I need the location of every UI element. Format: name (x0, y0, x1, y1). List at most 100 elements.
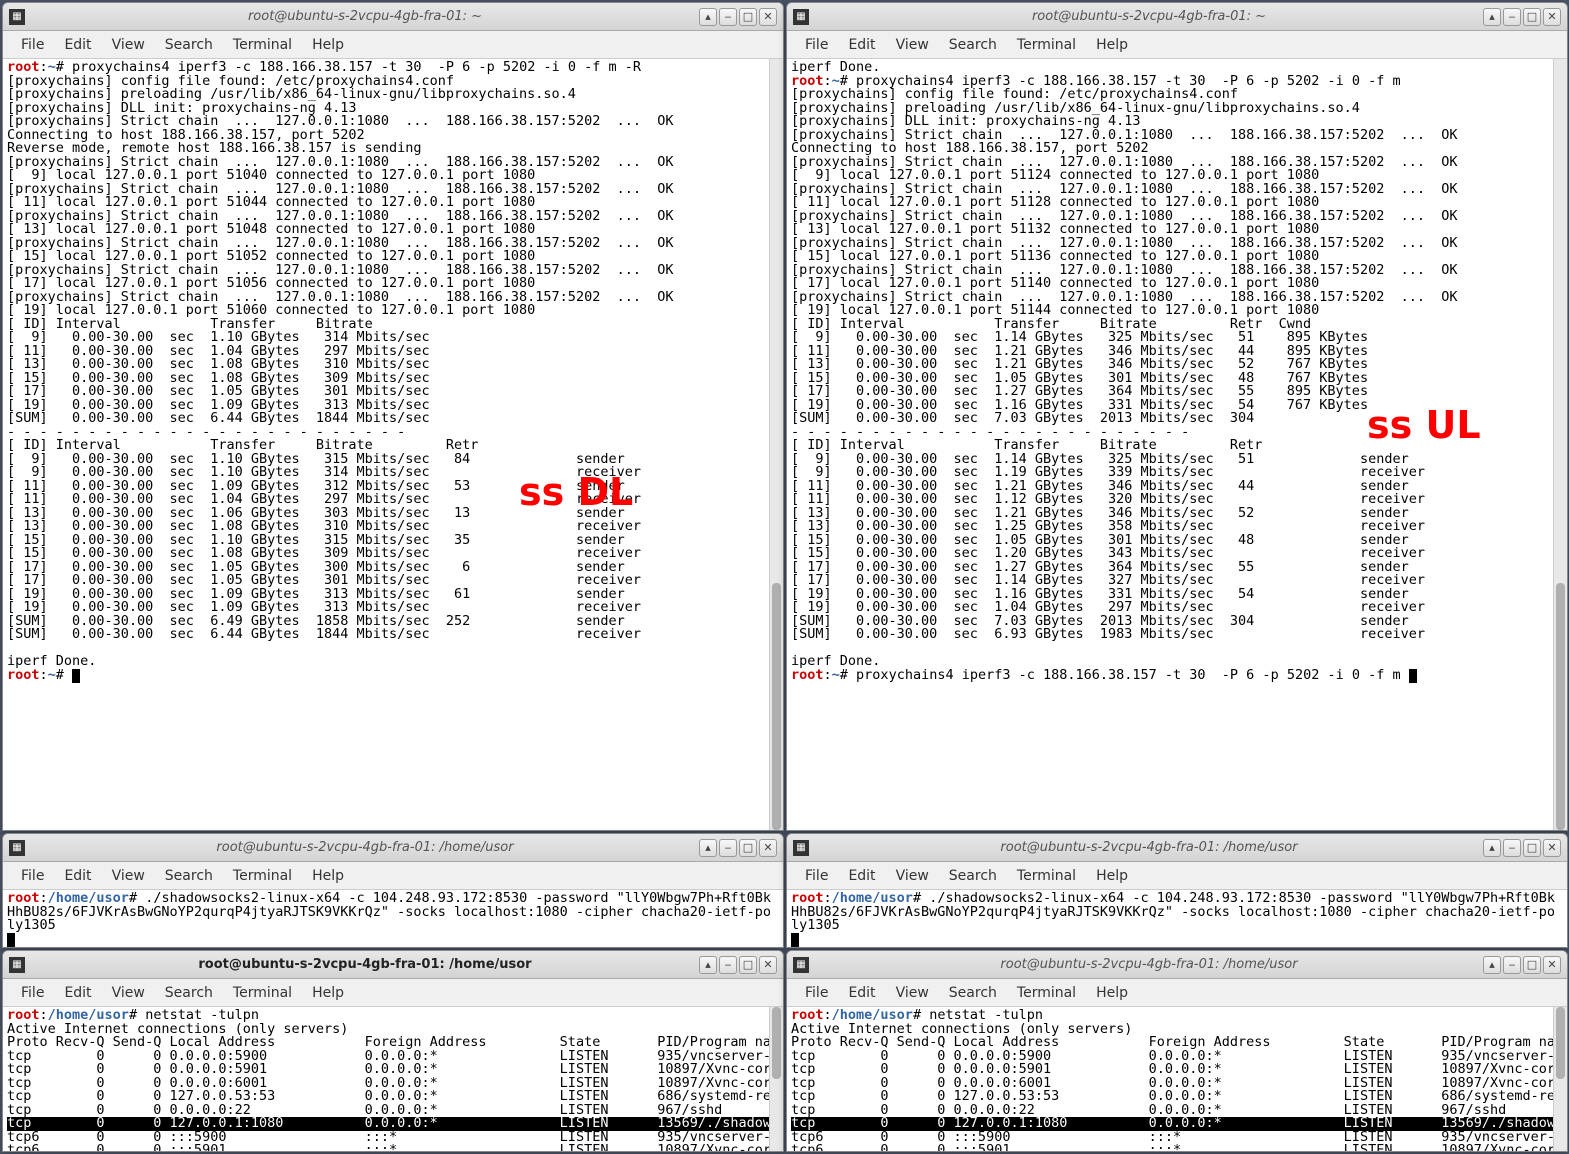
window-title: root@ubuntu-s-2vcpu-4gb-fra-01: /home/us… (815, 957, 1483, 972)
minimize-button[interactable]: ‒ (719, 839, 737, 857)
menubar: File Edit View Search Terminal Help (3, 31, 783, 59)
terminal-window-top-right: ▦ root@ubuntu-s-2vcpu-4gb-fra-01: ~ ▴ ‒ … (786, 2, 1568, 831)
scrollbar-thumb[interactable] (772, 1007, 781, 1079)
menu-help[interactable]: Help (302, 864, 354, 888)
window-controls: ▴ ‒ □ ✕ (699, 839, 777, 857)
maximize-button[interactable]: □ (739, 839, 757, 857)
titlebar[interactable]: ▦ root@ubuntu-s-2vcpu-4gb-fra-01: /home/… (3, 951, 783, 979)
menu-edit[interactable]: Edit (54, 864, 101, 888)
shade-button[interactable]: ▴ (699, 8, 717, 26)
menu-search[interactable]: Search (939, 864, 1007, 888)
menu-view[interactable]: View (102, 981, 155, 1005)
menu-terminal[interactable]: Terminal (223, 981, 302, 1005)
scrollbar[interactable] (769, 59, 783, 830)
shade-button[interactable]: ▴ (699, 839, 717, 857)
minimize-button[interactable]: ‒ (1503, 8, 1521, 26)
menu-terminal[interactable]: Terminal (223, 33, 302, 57)
window-controls: ▴ ‒ □ ✕ (1483, 956, 1561, 974)
maximize-button[interactable]: □ (1523, 8, 1541, 26)
terminal-window-mid-left: ▦ root@ubuntu-s-2vcpu-4gb-fra-01: /home/… (2, 833, 784, 948)
shade-button[interactable]: ▴ (1483, 956, 1501, 974)
window-title: root@ubuntu-s-2vcpu-4gb-fra-01: ~ (815, 9, 1483, 24)
titlebar[interactable]: ▦ root@ubuntu-s-2vcpu-4gb-fra-01: /home/… (787, 951, 1567, 979)
menu-edit[interactable]: Edit (54, 981, 101, 1005)
window-controls: ▴ ‒ □ ✕ (1483, 8, 1561, 26)
menu-edit[interactable]: Edit (838, 33, 885, 57)
menu-search[interactable]: Search (939, 33, 1007, 57)
menu-view[interactable]: View (886, 981, 939, 1005)
maximize-button[interactable]: □ (739, 8, 757, 26)
terminal-window-bot-right: ▦ root@ubuntu-s-2vcpu-4gb-fra-01: /home/… (786, 950, 1568, 1152)
close-button[interactable]: ✕ (759, 8, 777, 26)
scrollbar[interactable] (1553, 1007, 1567, 1151)
titlebar[interactable]: ▦ root@ubuntu-s-2vcpu-4gb-fra-01: ~ ▴ ‒ … (787, 3, 1567, 31)
minimize-button[interactable]: ‒ (1503, 956, 1521, 974)
menu-search[interactable]: Search (155, 864, 223, 888)
maximize-button[interactable]: □ (739, 956, 757, 974)
menu-terminal[interactable]: Terminal (1007, 981, 1086, 1005)
menu-edit[interactable]: Edit (54, 33, 101, 57)
menu-help[interactable]: Help (302, 981, 354, 1005)
terminal-icon: ▦ (793, 840, 809, 856)
scrollbar-thumb[interactable] (1556, 583, 1565, 830)
scrollbar[interactable] (769, 1007, 783, 1151)
menu-view[interactable]: View (102, 33, 155, 57)
menubar: File Edit View Search Terminal Help (787, 31, 1567, 59)
menu-file[interactable]: File (795, 981, 838, 1005)
terminal-icon: ▦ (793, 957, 809, 973)
menu-help[interactable]: Help (1086, 981, 1138, 1005)
menu-edit[interactable]: Edit (838, 864, 885, 888)
menu-search[interactable]: Search (155, 981, 223, 1005)
minimize-button[interactable]: ‒ (719, 8, 737, 26)
window-controls: ▴ ‒ □ ✕ (699, 956, 777, 974)
menu-view[interactable]: View (886, 33, 939, 57)
terminal-icon: ▦ (9, 957, 25, 973)
minimize-button[interactable]: ‒ (719, 956, 737, 974)
maximize-button[interactable]: □ (1523, 956, 1541, 974)
menu-help[interactable]: Help (1086, 864, 1138, 888)
terminal-output[interactable]: root:/home/usor# netstat -tulpn Active I… (787, 1007, 1567, 1151)
menu-terminal[interactable]: Terminal (1007, 864, 1086, 888)
menu-terminal[interactable]: Terminal (1007, 33, 1086, 57)
menubar: File Edit View Search Terminal Help (3, 862, 783, 890)
menu-search[interactable]: Search (939, 981, 1007, 1005)
menu-file[interactable]: File (11, 981, 54, 1005)
menu-file[interactable]: File (11, 33, 54, 57)
titlebar[interactable]: ▦ root@ubuntu-s-2vcpu-4gb-fra-01: ~ ▴ ‒ … (3, 3, 783, 31)
maximize-button[interactable]: □ (1523, 839, 1541, 857)
window-title: root@ubuntu-s-2vcpu-4gb-fra-01: ~ (31, 9, 699, 24)
minimize-button[interactable]: ‒ (1503, 839, 1521, 857)
titlebar[interactable]: ▦ root@ubuntu-s-2vcpu-4gb-fra-01: /home/… (787, 834, 1567, 862)
close-button[interactable]: ✕ (1543, 956, 1561, 974)
window-title: root@ubuntu-s-2vcpu-4gb-fra-01: /home/us… (815, 840, 1483, 855)
menu-search[interactable]: Search (155, 33, 223, 57)
scrollbar-thumb[interactable] (772, 583, 781, 830)
terminal-output[interactable]: root:/home/usor# ./shadowsocks2-linux-x6… (3, 890, 783, 947)
menu-view[interactable]: View (102, 864, 155, 888)
menu-edit[interactable]: Edit (838, 981, 885, 1005)
menu-file[interactable]: File (795, 33, 838, 57)
menu-file[interactable]: File (11, 864, 54, 888)
close-button[interactable]: ✕ (759, 956, 777, 974)
close-button[interactable]: ✕ (759, 839, 777, 857)
terminal-output[interactable]: root:/home/usor# netstat -tulpn Active I… (3, 1007, 783, 1151)
terminal-output[interactable]: iperf Done. root:~# proxychains4 iperf3 … (787, 59, 1567, 830)
close-button[interactable]: ✕ (1543, 8, 1561, 26)
close-button[interactable]: ✕ (1543, 839, 1561, 857)
menu-terminal[interactable]: Terminal (223, 864, 302, 888)
menu-view[interactable]: View (886, 864, 939, 888)
menu-help[interactable]: Help (1086, 33, 1138, 57)
terminal-output[interactable]: root:~# proxychains4 iperf3 -c 188.166.3… (3, 59, 783, 830)
shade-button[interactable]: ▴ (1483, 839, 1501, 857)
shade-button[interactable]: ▴ (1483, 8, 1501, 26)
titlebar[interactable]: ▦ root@ubuntu-s-2vcpu-4gb-fra-01: /home/… (3, 834, 783, 862)
window-title: root@ubuntu-s-2vcpu-4gb-fra-01: /home/us… (31, 840, 699, 855)
menu-help[interactable]: Help (302, 33, 354, 57)
terminal-output[interactable]: root:/home/usor# ./shadowsocks2-linux-x6… (787, 890, 1567, 947)
menu-file[interactable]: File (795, 864, 838, 888)
terminal-icon: ▦ (793, 9, 809, 25)
menubar: File Edit View Search Terminal Help (787, 862, 1567, 890)
scrollbar[interactable] (1553, 59, 1567, 830)
scrollbar-thumb[interactable] (1556, 1007, 1565, 1079)
shade-button[interactable]: ▴ (699, 956, 717, 974)
